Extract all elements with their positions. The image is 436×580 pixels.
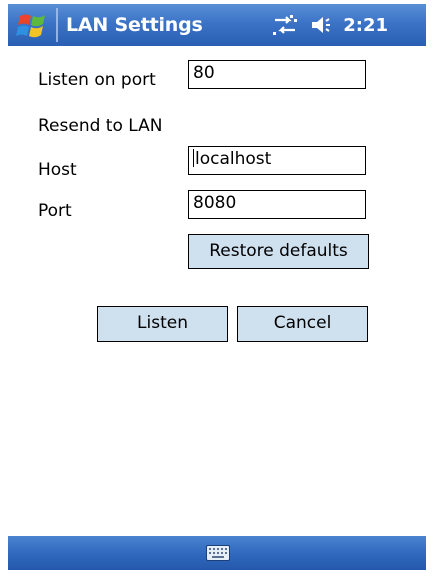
bottom-menu-bar [8, 536, 426, 570]
port-input[interactable]: 8080 [188, 190, 366, 219]
connectivity-icon[interactable] [271, 13, 299, 37]
status-area: 2:21 [271, 12, 388, 38]
host-input-value: localhost [195, 149, 272, 169]
resend-to-lan-label: Resend to LAN [38, 116, 163, 136]
host-input[interactable]: localhost [188, 146, 366, 175]
clock[interactable]: 2:21 [343, 15, 388, 36]
app-window: LAN Settings 2:21 Listen on port 80 Rese… [8, 4, 426, 570]
host-label: Host [38, 160, 77, 180]
title-separator [56, 8, 58, 42]
port-label: Port [38, 201, 72, 221]
keyboard-icon[interactable] [206, 545, 230, 565]
listen-port-label: Listen on port [38, 70, 156, 90]
cancel-button[interactable]: Cancel [237, 306, 368, 342]
listen-button[interactable]: Listen [97, 306, 228, 342]
volume-icon[interactable] [309, 13, 335, 37]
window-title: LAN Settings [66, 14, 203, 36]
text-caret [193, 149, 194, 167]
restore-defaults-button[interactable]: Restore defaults [188, 234, 369, 269]
title-bar: LAN Settings 2:21 [8, 4, 426, 46]
listen-port-input[interactable]: 80 [188, 60, 366, 89]
windows-start-icon[interactable] [14, 10, 54, 42]
